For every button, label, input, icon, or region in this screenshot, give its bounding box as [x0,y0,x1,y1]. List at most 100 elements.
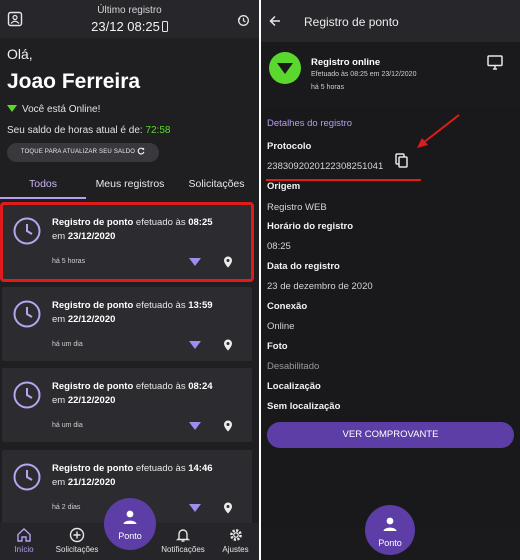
nav-home-label: Início [14,545,34,554]
record-date: 22/12/2020 [67,395,116,406]
nav-requests[interactable]: Solicitações [48,523,106,560]
record-card[interactable]: Registro de ponto efetuado às 13:59 em 2… [2,287,252,361]
record-details: Detalhes do registro Protocolo 238309202… [261,108,520,528]
refresh-icon [137,147,145,155]
record-card[interactable]: Registro de ponto efetuado às 08:24 em 2… [2,368,252,442]
wifi-icon [189,422,201,430]
online-status-text: Você está Online! [22,104,101,115]
greeting: Olá, [7,46,33,62]
balance-label: Seu saldo de horas atual é de: [7,125,143,136]
clock-icon [13,300,41,328]
back-arrow-icon[interactable] [269,15,281,27]
wifi-status-icon [269,52,301,84]
annotation-arrow-icon [417,114,460,148]
last-record-datetime: 23/12 08:25 [0,19,259,34]
location-pin-icon [224,256,232,268]
time-value: 08:25 [267,241,291,252]
punch-clock-fab-label: Ponto [118,531,142,541]
add-circle-icon [69,527,85,543]
location-label: Localização [267,381,321,392]
location-value: Sem localização [267,401,341,412]
record-card[interactable]: Registro de ponto efetuado às 08:25 em 2… [0,202,254,282]
balance-value: 72:58 [145,125,171,136]
record-middle: efetuado às [135,217,186,228]
record-date: 22/12/2020 [67,314,116,325]
tab-my-records[interactable]: Meus registros [86,172,174,199]
record-ago: há 5 horas [52,258,86,265]
nav-requests-label: Solicitações [55,545,99,554]
record-prefix: Registro de ponto [52,300,134,311]
home-icon [17,528,31,542]
punch-clock-fab[interactable]: Ponto [104,498,156,550]
clock-icon [13,463,41,491]
record-date-line: em 21/12/2020 [52,477,115,488]
clock-icon [13,217,41,245]
record-ago: há um dia [52,341,83,348]
record-middle: efetuado às [135,300,186,311]
record-title: Registro de ponto efetuado às 13:59 [52,300,213,311]
record-em: em [52,477,66,488]
tab-all[interactable]: Todos [0,172,86,199]
record-prefix: Registro de ponto [52,463,134,474]
nav-settings[interactable]: Ajustes [212,523,259,560]
record-title: Registro de ponto efetuado às 08:24 [52,381,213,392]
nav-notifications[interactable]: Notificações [156,523,210,560]
record-em: em [52,231,66,242]
date-value: 23 de dezembro de 2020 [267,281,373,292]
status-ago: há 5 horas [311,84,345,91]
last-record-label: Último registro [97,5,162,16]
record-date: 23/12/2020 [67,231,116,242]
record-detail-screen: Registro de ponto Registro online Efetua… [261,0,520,560]
photo-label: Foto [267,341,288,352]
view-receipt-button[interactable]: VER COMPROVANTE [267,422,514,448]
wifi-icon [277,63,293,74]
record-title: Registro de ponto efetuado às 14:46 [52,463,213,474]
origin-value: Registro WEB [267,202,327,213]
wifi-icon [189,258,201,266]
connection-value: Online [267,321,295,332]
online-status: Você está Online! [7,104,100,115]
nav-notifications-label: Notificações [161,545,205,554]
date-label: Data do registro [267,261,340,272]
refresh-balance-button[interactable]: TOQUE PARA ATUALIZAR SEU SALDO [7,143,159,162]
top-bar: Último registro 23/12 08:25 [0,0,259,38]
protocol-value: 23830920201223082510​41 [267,161,384,172]
record-date-line: em 22/12/2020 [52,395,115,406]
record-ago: há 2 dias [52,504,81,511]
user-name: Joao Ferreira [7,70,141,93]
tab-requests[interactable]: Solicitações [174,172,259,199]
refresh-balance-label: TOQUE PARA ATUALIZAR SEU SALDO [20,149,136,155]
record-em: em [52,395,66,406]
monitor-icon [487,55,503,70]
location-pin-icon [224,502,232,514]
punch-clock-fab-label: Ponto [378,538,402,548]
photo-value: Desabilitado [267,361,320,372]
record-prefix: Registro de ponto [52,381,134,392]
connection-label: Conexão [267,301,308,312]
record-time: 08:25 [188,217,213,228]
location-pin-icon [224,339,232,351]
phone-icon [161,21,168,32]
tab-bar: Todos Meus registros Solicitações [0,172,259,199]
record-time: 08:24 [188,381,213,392]
record-middle: efetuado às [135,381,186,392]
record-time: 14:46 [188,463,213,474]
time-label: Horário do registro [267,221,354,232]
protocol-label: Protocolo [267,141,312,152]
detail-top-bar: Registro de ponto [261,0,520,42]
record-date: 21/12/2020 [67,477,116,488]
nav-home[interactable]: Início [0,523,48,560]
record-ago: há um dia [52,422,83,429]
balance-line: Seu saldo de horas atual é de: 72:58 [7,125,170,136]
punch-clock-fab[interactable]: Ponto [365,505,415,555]
history-icon[interactable] [237,14,250,27]
wifi-icon [189,504,201,512]
home-screen: Último registro 23/12 08:25 Olá, Joao Fe… [0,0,259,560]
last-record-datetime-text: 23/12 08:25 [91,19,160,34]
status-subtitle: Efetuado às 08:25 em 23/12/2020 [311,71,417,78]
record-prefix: Registro de ponto [52,217,134,228]
status-title: Registro online [311,57,381,68]
record-date-line: em 22/12/2020 [52,314,115,325]
record-em: em [52,314,66,325]
copy-icon[interactable] [395,153,408,168]
